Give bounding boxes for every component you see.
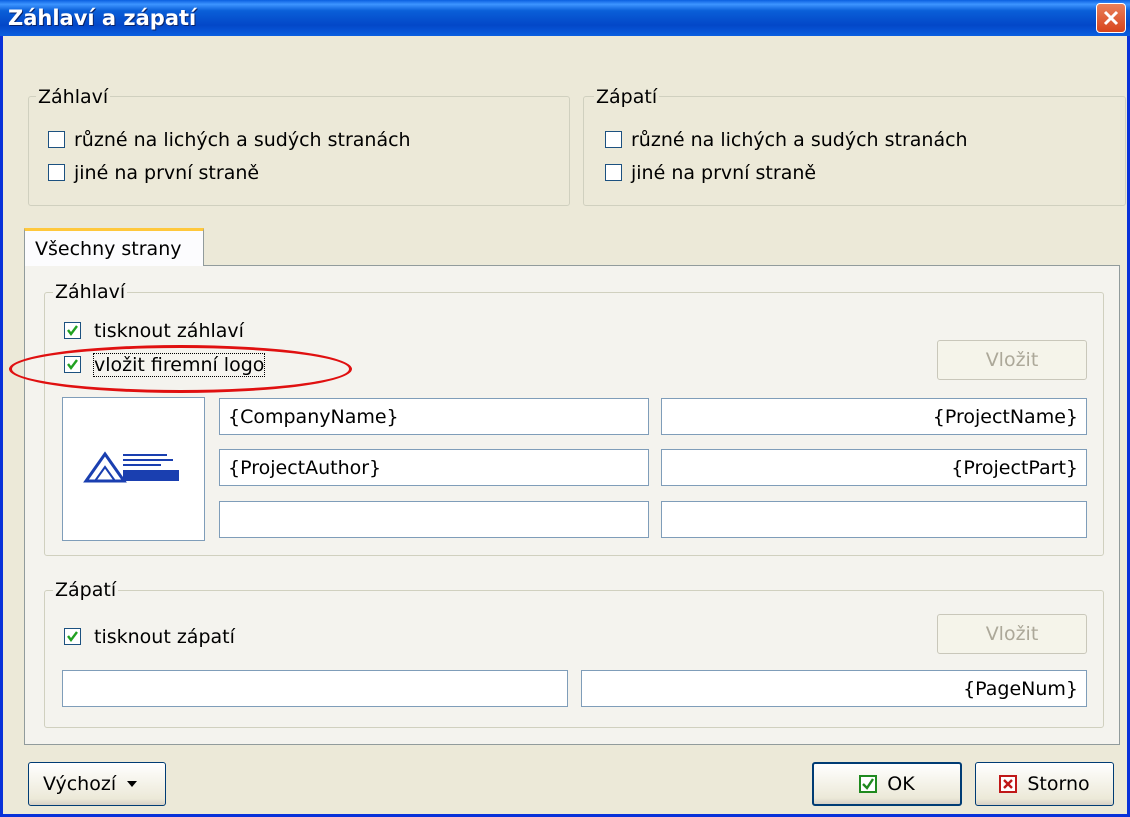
top-header-group [28, 96, 570, 206]
header-left-field-3[interactable] [219, 501, 649, 538]
top-footer-group [583, 96, 1126, 206]
window-title: Záhlaví a zápatí [8, 6, 197, 30]
header-right-field-3[interactable] [661, 501, 1087, 538]
top-footer-odd-even-label: různé na lichých a sudých stranách [631, 129, 968, 151]
print-footer-checkbox[interactable] [64, 628, 81, 645]
top-footer-first-page-label: jiné na první straně [631, 162, 817, 184]
window-frame-left [0, 36, 3, 817]
footer-insert-button[interactable]: Vložit [937, 614, 1087, 654]
ok-check-icon [859, 775, 878, 793]
top-header-legend: Záhlaví [36, 86, 111, 108]
top-header-first-page-label: jiné na první straně [74, 162, 260, 184]
close-button[interactable] [1096, 3, 1126, 33]
header-left-field-1-value: {CompanyName} [228, 405, 399, 428]
cancel-button-label: Storno [1027, 773, 1090, 795]
footer-left-field[interactable] [62, 670, 568, 707]
header-insert-button-label: Vložit [985, 349, 1039, 371]
footer-insert-button-label: Vložit [985, 623, 1039, 645]
annotation-ellipse [9, 345, 352, 393]
top-footer-legend: Zápatí [594, 86, 660, 108]
default-button[interactable]: Výchozí [28, 762, 166, 806]
company-logo [83, 451, 179, 483]
top-footer-odd-even-checkbox[interactable] [605, 131, 622, 148]
top-header-first-page-checkbox[interactable] [48, 164, 65, 181]
top-header-odd-even-checkbox[interactable] [48, 131, 65, 148]
header-right-field-2-value: {ProjectPart} [951, 456, 1078, 479]
header-right-field-2[interactable]: {ProjectPart} [661, 449, 1087, 486]
top-footer-first-page-checkbox[interactable] [605, 164, 622, 181]
header-left-field-2[interactable]: {ProjectAuthor} [219, 449, 649, 486]
tab-all-pages-label: Všechny strany [35, 237, 182, 260]
close-icon [1103, 10, 1119, 26]
ok-button-label: OK [887, 773, 915, 795]
logo-preview [62, 397, 205, 541]
footer-section-legend: Zápatí [53, 579, 119, 601]
check-icon [67, 631, 78, 642]
ok-button[interactable]: OK [812, 762, 962, 806]
top-header-odd-even-label: různé na lichých a sudých stranách [74, 129, 411, 151]
header-insert-button[interactable]: Vložit [937, 340, 1087, 380]
header-left-field-1[interactable]: {CompanyName} [219, 398, 649, 435]
header-right-field-1[interactable]: {ProjectName} [661, 398, 1087, 435]
print-header-label: tisknout záhlaví [94, 320, 244, 342]
footer-right-field-value: {PageNum} [963, 677, 1078, 700]
print-footer-label: tisknout zápatí [94, 626, 235, 648]
footer-right-field[interactable]: {PageNum} [581, 670, 1087, 707]
check-icon [67, 325, 78, 336]
footer-section-group [44, 590, 1104, 728]
header-left-field-2-value: {ProjectAuthor} [228, 456, 382, 479]
tab-all-pages[interactable]: Všechny strany [24, 228, 204, 266]
default-button-label: Výchozí [43, 773, 117, 795]
cancel-x-icon [999, 775, 1018, 793]
header-section-legend: Záhlaví [53, 281, 128, 303]
dropdown-arrow-icon [127, 781, 138, 787]
print-header-checkbox[interactable] [64, 322, 81, 339]
cancel-button[interactable]: Storno [975, 762, 1114, 806]
header-right-field-1-value: {ProjectName} [932, 405, 1078, 428]
